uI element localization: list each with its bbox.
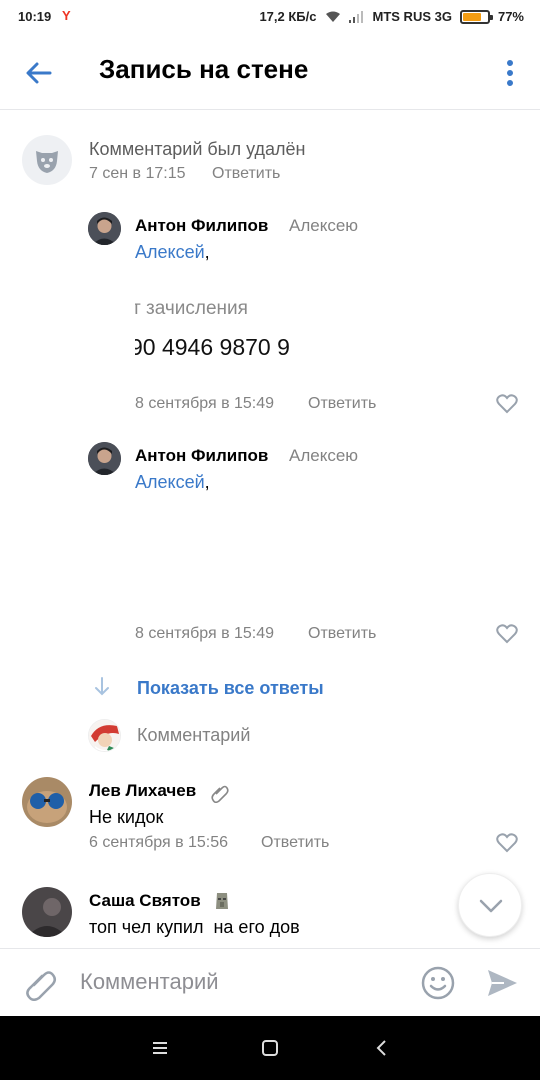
- moai-emoji-icon: [216, 893, 228, 909]
- user-photo: [88, 442, 121, 475]
- reply-button[interactable]: Ответить: [308, 395, 376, 413]
- comment-composer: Комментарий: [0, 948, 540, 1016]
- deleted-user-avatar: [22, 135, 72, 185]
- author-name[interactable]: Саша Святов: [89, 891, 201, 911]
- author-name[interactable]: Лев Лихачев: [89, 781, 196, 801]
- user-photo: [88, 212, 121, 245]
- status-right: 17,2 КБ/с MTS RUS 3G 77%: [259, 9, 524, 24]
- comment-text: топ чел купил на его дов: [89, 917, 300, 937]
- mention-suffix: ,: [204, 242, 210, 262]
- status-time: 10:19: [18, 9, 52, 24]
- image-text-line1: т зачисления: [135, 298, 248, 319]
- signal-icon: [348, 10, 363, 23]
- menu-icon[interactable]: [148, 1036, 172, 1060]
- comment-date: 7 сен в 17:15: [89, 165, 186, 182]
- battery-icon: [459, 9, 493, 24]
- attached-image[interactable]: т зачисления 90 4946 9870 9: [135, 286, 305, 366]
- reply-comment-input[interactable]: Комментарий: [137, 725, 250, 746]
- chevron-down-icon: [479, 899, 503, 913]
- yandex-app-icon: Y: [62, 8, 71, 23]
- like-heart-icon[interactable]: [496, 833, 518, 853]
- back-arrow-icon[interactable]: [22, 56, 56, 90]
- reply-button[interactable]: Ответить: [212, 165, 280, 183]
- app-bar: Запись на стене: [0, 34, 540, 110]
- send-icon[interactable]: [484, 965, 520, 1001]
- comment-date: 6 сентября в 15:56: [89, 834, 229, 851]
- author-name[interactable]: Антон Филипов: [135, 446, 268, 466]
- more-options-icon[interactable]: [506, 58, 514, 88]
- network-speed: 17,2 КБ/с: [259, 9, 317, 24]
- reply-button[interactable]: Ответить: [308, 625, 376, 643]
- reply-mention-line: Алексей,: [135, 242, 210, 263]
- user-photo: [22, 777, 72, 827]
- vk-dog-icon: [36, 151, 58, 173]
- author-avatar: [22, 887, 72, 937]
- comments-feed[interactable]: Комментарий был удалён 7 сен в 17:15 Отв…: [0, 111, 540, 947]
- mention-link[interactable]: Алексей: [135, 472, 205, 492]
- like-heart-icon[interactable]: [496, 394, 518, 414]
- addressee[interactable]: Алексею: [289, 216, 358, 236]
- author-avatar: [22, 777, 72, 827]
- santa-avatar-icon: [89, 720, 120, 751]
- show-all-replies-link[interactable]: Показать все ответы: [137, 678, 324, 699]
- carrier: MTS RUS 3G: [372, 9, 452, 24]
- arrow-down-icon: [95, 677, 109, 696]
- author-avatar: [88, 212, 121, 245]
- author-name[interactable]: Антон Филипов: [135, 216, 268, 236]
- comment-input[interactable]: Комментарий: [80, 969, 219, 995]
- paperclip-icon: [211, 785, 229, 803]
- image-text-line2: 90 4946 9870 9: [135, 334, 290, 360]
- author-avatar: [88, 442, 121, 475]
- reply-date: 8 сентября в 15:49: [135, 395, 275, 412]
- battery-percent: 77%: [497, 9, 524, 24]
- page-title: Запись на стене: [99, 54, 309, 84]
- mention-link[interactable]: Алексей: [135, 242, 205, 262]
- like-heart-icon[interactable]: [496, 624, 518, 644]
- attach-paperclip-icon[interactable]: [22, 965, 58, 1001]
- system-nav-bar: [0, 1016, 540, 1080]
- mention-suffix: ,: [204, 472, 210, 492]
- home-icon[interactable]: [258, 1036, 282, 1060]
- reply-button[interactable]: Ответить: [261, 834, 329, 852]
- comment-text: Не кидок: [89, 807, 164, 827]
- wifi-icon: [325, 11, 340, 22]
- reply-date: 8 сентября в 15:49: [135, 625, 275, 642]
- addressee[interactable]: Алексею: [289, 446, 358, 466]
- reply-mention-line: Алексей,: [135, 472, 210, 493]
- my-avatar: [88, 719, 121, 752]
- user-photo: [22, 887, 72, 937]
- emoji-smile-icon[interactable]: [420, 965, 456, 1001]
- deleted-comment-text: Комментарий был удалён: [89, 139, 306, 159]
- scroll-down-button[interactable]: [458, 873, 522, 937]
- status-bar: 10:19 Y 17,2 КБ/с MTS RUS 3G 77%: [0, 0, 540, 34]
- back-icon[interactable]: [370, 1036, 394, 1060]
